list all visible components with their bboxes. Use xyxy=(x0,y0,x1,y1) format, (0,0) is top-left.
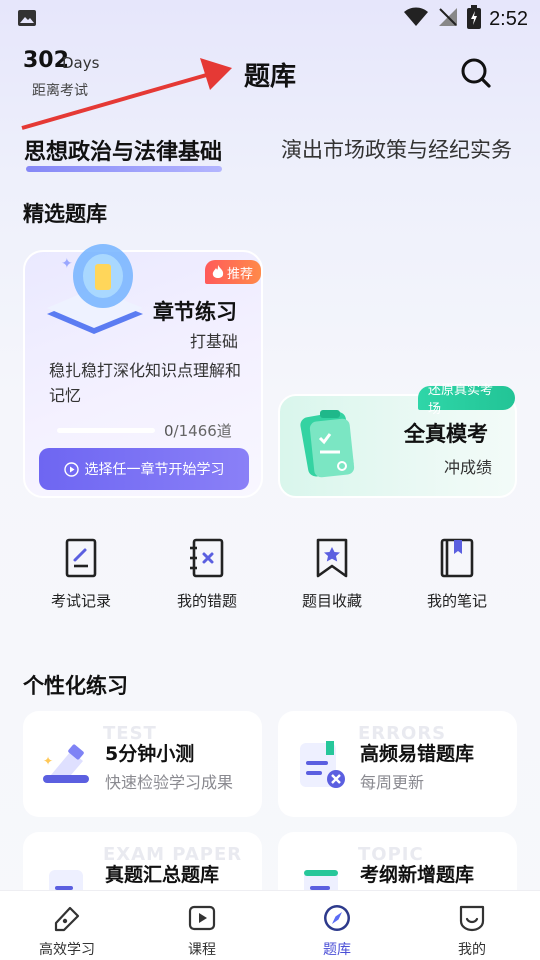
practice-card-quick-test[interactable]: TEST ✦ 5分钟小测 快速检验学习成果 xyxy=(23,711,262,817)
tab-question-bank[interactable]: 题库 xyxy=(292,903,382,959)
tab-label: 我的 xyxy=(458,942,486,958)
bottom-tab-bar: 高效学习 课程 题库 我的 xyxy=(0,890,540,960)
mock-exam-title: 全真模考 xyxy=(404,422,488,446)
chapter-practice-card[interactable]: ✦ 推荐 章节练习 打基础 稳扎稳打深化知识点理解和记忆 0/1466道 选择任… xyxy=(23,244,263,498)
card-subtitle: 快速检验学习成果 xyxy=(105,773,234,792)
mock-exam-card[interactable]: 还原真实考场 全真模考 冲成绩 xyxy=(278,383,517,498)
chapter-book-icon: ✦ xyxy=(47,244,143,334)
tab-profile[interactable]: 我的 xyxy=(427,903,517,959)
tab-study[interactable]: 高效学习 xyxy=(22,903,112,959)
card-title: 考纲新增题库 xyxy=(360,864,475,886)
chapter-title: 章节练习 xyxy=(153,300,237,324)
quick-link-favorites[interactable]: 题目收藏 xyxy=(267,536,397,611)
exam-record-icon xyxy=(65,538,97,578)
tab-label: 高效学习 xyxy=(39,942,95,958)
card-title: 真题汇总题库 xyxy=(105,864,220,886)
quick-link-label: 题目收藏 xyxy=(301,592,362,610)
chapter-progress-bar xyxy=(57,428,155,433)
frequent-errors-icon xyxy=(300,741,345,788)
gallery-notification-icon xyxy=(17,9,37,31)
profile-icon xyxy=(459,905,485,932)
quick-link-wrong-questions[interactable]: 我的错题 xyxy=(142,536,272,611)
real-exam-badge: 还原真实考场 xyxy=(418,383,515,417)
personal-section-title: 个性化练习 xyxy=(23,674,128,698)
search-button[interactable] xyxy=(457,54,495,92)
subject-tabs: 思想政治与法律基础 演出市场政策与经纪实务 xyxy=(0,134,540,174)
favorites-icon xyxy=(316,538,348,578)
annotation-arrow xyxy=(21,58,232,130)
quick-link-notes[interactable]: 我的笔记 xyxy=(392,536,522,611)
svg-text:✦: ✦ xyxy=(43,754,53,768)
start-chapter-button[interactable]: 选择任一章节开始学习 xyxy=(39,448,249,490)
play-circle-icon xyxy=(63,461,79,477)
course-play-icon xyxy=(188,905,216,931)
featured-section-title: 精选题库 xyxy=(23,202,107,226)
notes-icon xyxy=(440,538,474,578)
tab-subject-2[interactable]: 演出市场政策与经纪实务 xyxy=(281,134,512,164)
mock-exam-subtitle: 冲成绩 xyxy=(444,458,493,477)
svg-text:✦: ✦ xyxy=(61,256,73,272)
quick-link-label: 我的错题 xyxy=(176,592,237,610)
tab-subject-1[interactable]: 思想政治与法律基础 xyxy=(24,134,222,166)
quick-link-exam-record[interactable]: 考试记录 xyxy=(16,536,146,611)
chapter-subtitle: 打基础 xyxy=(190,332,239,351)
wifi-icon xyxy=(403,7,429,31)
chapter-progress-text: 0/1466道 xyxy=(164,420,232,441)
search-icon xyxy=(461,58,491,88)
clock: 2:52 xyxy=(489,7,528,30)
quick-test-icon: ✦ xyxy=(43,744,89,783)
recommend-badge: 推荐 xyxy=(205,260,261,284)
quick-link-label: 考试记录 xyxy=(50,592,111,610)
exam-clipboard-icon xyxy=(300,410,355,478)
tab-label: 课程 xyxy=(188,942,216,958)
recommend-badge-label: 推荐 xyxy=(227,266,254,282)
battery-charging-icon xyxy=(467,5,482,33)
quick-links: 考试记录 我的错题 题目收藏 我的笔记 xyxy=(0,536,540,622)
study-icon xyxy=(54,906,80,932)
card-title: 5分钟小测 xyxy=(105,743,195,765)
compass-icon xyxy=(324,905,350,931)
active-tab-underline xyxy=(26,166,222,172)
card-subtitle: 每周更新 xyxy=(360,773,425,792)
card-title: 高频易错题库 xyxy=(360,743,475,765)
progress-total: /1466道 xyxy=(173,422,232,440)
progress-current: 0 xyxy=(164,422,174,440)
fire-icon xyxy=(212,265,224,278)
status-bar: 2:52 xyxy=(0,0,540,36)
quick-link-label: 我的笔记 xyxy=(426,592,487,610)
start-chapter-label: 选择任一章节开始学习 xyxy=(84,462,225,478)
practice-card-frequent-errors[interactable]: ERRORS 高频易错题库 每周更新 xyxy=(278,711,517,817)
wrong-questions-icon xyxy=(190,538,224,578)
chapter-description: 稳扎稳打深化知识点理解和记忆 xyxy=(49,361,242,405)
tab-label: 题库 xyxy=(323,942,351,958)
no-signal-icon xyxy=(437,6,459,32)
tab-course[interactable]: 课程 xyxy=(157,903,247,959)
